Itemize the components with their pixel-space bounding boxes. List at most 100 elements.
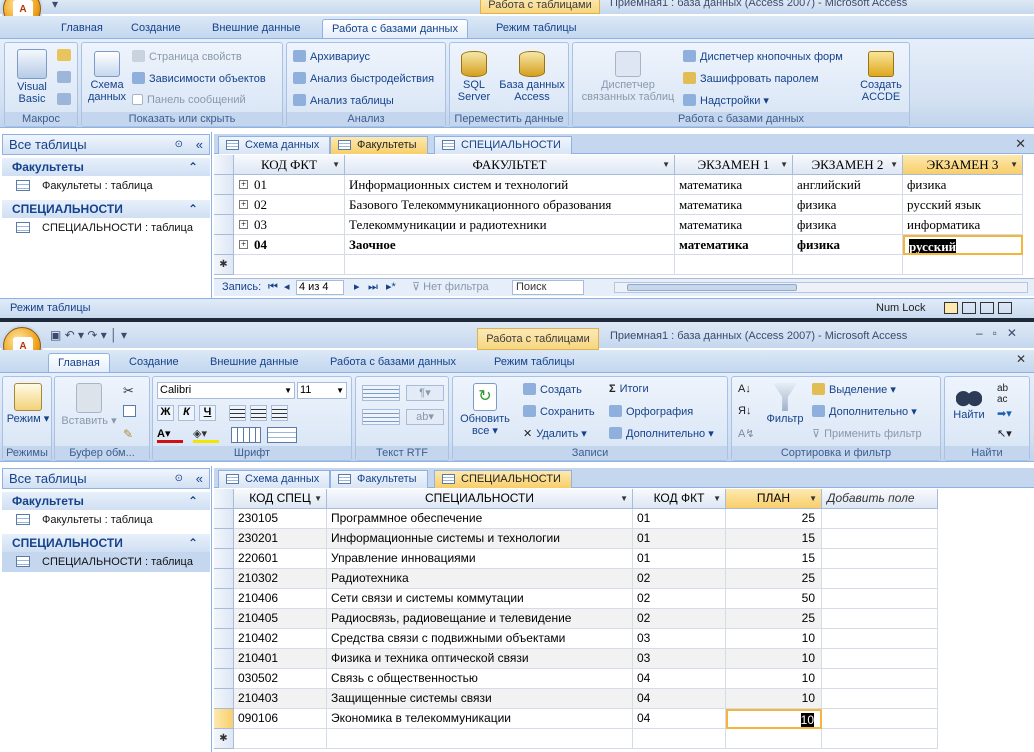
- nav-group-specialties[interactable]: СПЕЦИАЛЬНОСТИ ⌃: [2, 534, 210, 552]
- col-header-plan[interactable]: ПЛАН ▼: [726, 489, 822, 509]
- cell-specialty-code[interactable]: 210405: [234, 609, 327, 629]
- cell-exam1[interactable]: математика: [675, 215, 793, 235]
- cell-exam1[interactable]: математика: [675, 195, 793, 215]
- cell-specialty[interactable]: Информационные системы и технологии: [327, 529, 633, 549]
- gridlines-button[interactable]: [231, 427, 261, 443]
- doc-tab-faculties[interactable]: Факультеты: [330, 136, 428, 154]
- switchboard-manager-button[interactable]: Диспетчер кнопочных форм: [683, 50, 843, 63]
- refresh-all-button[interactable]: ↻ Обновить все ▾: [455, 383, 515, 437]
- search-box[interactable]: Поиск: [512, 280, 584, 295]
- doc-tab-faculties[interactable]: Факультеты: [330, 470, 428, 488]
- cell-specialty-code[interactable]: 210406: [234, 589, 327, 609]
- new-record-icon[interactable]: ▸*: [386, 279, 396, 296]
- cell-add-field[interactable]: [822, 569, 938, 589]
- dropdown-arrow-icon[interactable]: ▼: [809, 489, 817, 508]
- encrypt-password-button[interactable]: Зашифровать паролем: [683, 72, 819, 85]
- nav-item-faculties-table[interactable]: Факультеты : таблица: [2, 176, 210, 196]
- align-center-icon[interactable]: [250, 405, 267, 421]
- cell-plan[interactable]: 25: [726, 569, 822, 589]
- doc-tab-relationships[interactable]: Схема данных: [218, 136, 331, 154]
- cell-specialty[interactable]: Защищенные системы связи: [327, 689, 633, 709]
- cell-specialty-code[interactable]: 210401: [234, 649, 327, 669]
- property-sheet-button[interactable]: Страница свойств: [132, 50, 242, 63]
- delete-record-button[interactable]: ✕ Удалить ▾: [523, 427, 587, 440]
- cell-add-field[interactable]: [822, 649, 938, 669]
- new-row-cell[interactable]: [234, 255, 345, 275]
- cell-specialty-code[interactable]: 210302: [234, 569, 327, 589]
- cell-specialty[interactable]: Средства связи с подвижными объектами: [327, 629, 633, 649]
- cell-specialty-code[interactable]: 090106: [234, 709, 327, 729]
- expand-subdatasheet-icon[interactable]: +: [239, 240, 248, 249]
- documenter-button[interactable]: Архивариус: [293, 50, 370, 63]
- nav-group-faculties[interactable]: Факультеты ⌃: [2, 158, 210, 176]
- visual-basic-button[interactable]: Visual Basic: [9, 49, 55, 105]
- quick-access-toolbar[interactable]: ▣ ↶ ▾ ↷ ▾ │ ▾: [50, 328, 127, 342]
- cell-exam1[interactable]: математика: [675, 235, 793, 255]
- find-button[interactable]: Найти: [947, 383, 991, 421]
- expand-subdatasheet-icon[interactable]: +: [239, 180, 248, 189]
- tab-datasheet[interactable]: Режим таблицы: [487, 19, 586, 38]
- expand-subdatasheet-icon[interactable]: +: [239, 220, 248, 229]
- row-selector[interactable]: [214, 669, 234, 689]
- decrease-indent-icon[interactable]: [362, 385, 400, 401]
- cell-faculty[interactable]: Информационных систем и технологий: [345, 175, 675, 195]
- spelling-button[interactable]: Орфография: [609, 405, 693, 418]
- new-row-cell[interactable]: [903, 255, 1023, 275]
- nav-group-faculties[interactable]: Факультеты ⌃: [2, 492, 210, 510]
- cell-specialty-code[interactable]: 210403: [234, 689, 327, 709]
- cell-add-field[interactable]: [822, 529, 938, 549]
- convert-macro-icon[interactable]: [57, 93, 71, 105]
- row-selector[interactable]: [214, 509, 234, 529]
- add-field-column[interactable]: Добавить поле: [822, 489, 938, 509]
- collapse-group-icon[interactable]: ⌃: [188, 158, 198, 176]
- dropdown-arrow-icon[interactable]: ▼: [314, 489, 322, 508]
- cell-add-field[interactable]: [822, 609, 938, 629]
- cell-plan[interactable]: 25: [726, 609, 822, 629]
- access-database-button[interactable]: База данных Access: [498, 51, 566, 103]
- prev-record-icon[interactable]: ◂: [284, 279, 290, 296]
- row-selector[interactable]: [214, 215, 234, 235]
- col-header-exam1[interactable]: ЭКЗАМЕН 1 ▼: [675, 155, 793, 175]
- cell-specialty[interactable]: Управление инновациями: [327, 549, 633, 569]
- cell-faculty-code[interactable]: 03: [633, 629, 726, 649]
- totals-button[interactable]: Σ Итоги: [609, 383, 649, 395]
- row-selector[interactable]: [214, 195, 234, 215]
- cell-exam2[interactable]: английский: [793, 175, 903, 195]
- cell-exam2[interactable]: физика: [793, 215, 903, 235]
- cell-exam2[interactable]: физика: [793, 195, 903, 215]
- dropdown-arrow-icon[interactable]: ▼: [1010, 155, 1018, 174]
- quick-access-toolbar[interactable]: ▾: [52, 0, 58, 11]
- dropdown-arrow-icon[interactable]: ▼: [890, 155, 898, 174]
- object-dependencies-button[interactable]: Зависимости объектов: [132, 72, 266, 85]
- cell-faculty-code[interactable]: 03: [234, 215, 345, 235]
- dropdown-arrow-icon[interactable]: ▼: [662, 155, 670, 174]
- doc-tab-relationships[interactable]: Схема данных: [218, 470, 331, 488]
- cell-add-field[interactable]: [822, 549, 938, 569]
- row-selector[interactable]: [214, 529, 234, 549]
- nav-pane-header[interactable]: Все таблицы ⊙ «: [2, 468, 210, 489]
- tab-home[interactable]: Главная: [48, 353, 110, 372]
- highlight-icon[interactable]: ab▾: [406, 409, 444, 425]
- apply-filter-button[interactable]: ⊽ Применить фильтр: [812, 427, 922, 440]
- cell-specialty[interactable]: Сети связи и системы коммутации: [327, 589, 633, 609]
- view-button[interactable]: Режим ▾: [5, 383, 51, 425]
- dropdown-arrow-icon[interactable]: ▼: [332, 155, 340, 174]
- cell-faculty-code[interactable]: 02: [633, 569, 726, 589]
- font-name-select[interactable]: Calibri ▼: [157, 382, 295, 399]
- make-accde-button[interactable]: Создать ACCDE: [855, 51, 907, 103]
- run-macro-icon[interactable]: [57, 49, 71, 61]
- cell-specialty[interactable]: Физика и техника оптической связи: [327, 649, 633, 669]
- cell-plan[interactable]: 15: [726, 549, 822, 569]
- message-bar-checkbox[interactable]: Панель сообщений: [132, 94, 246, 106]
- record-position[interactable]: 4 из 4: [296, 280, 344, 295]
- cell-faculty[interactable]: Базового Телекоммуникационного образован…: [345, 195, 675, 215]
- col-header-specialty-code[interactable]: КОД СПЕЦ ▼: [234, 489, 327, 509]
- cell-faculty-code[interactable]: 01: [633, 509, 726, 529]
- nav-pane-header[interactable]: Все таблицы ⊙ «: [2, 134, 210, 155]
- new-row-cell[interactable]: [234, 729, 327, 749]
- format-painter-icon[interactable]: ✎: [123, 427, 133, 441]
- cell-exam2[interactable]: физика: [793, 235, 903, 255]
- select-all-corner[interactable]: [214, 155, 234, 175]
- row-selector[interactable]: [214, 235, 234, 255]
- addins-button[interactable]: Надстройки ▾: [683, 94, 769, 107]
